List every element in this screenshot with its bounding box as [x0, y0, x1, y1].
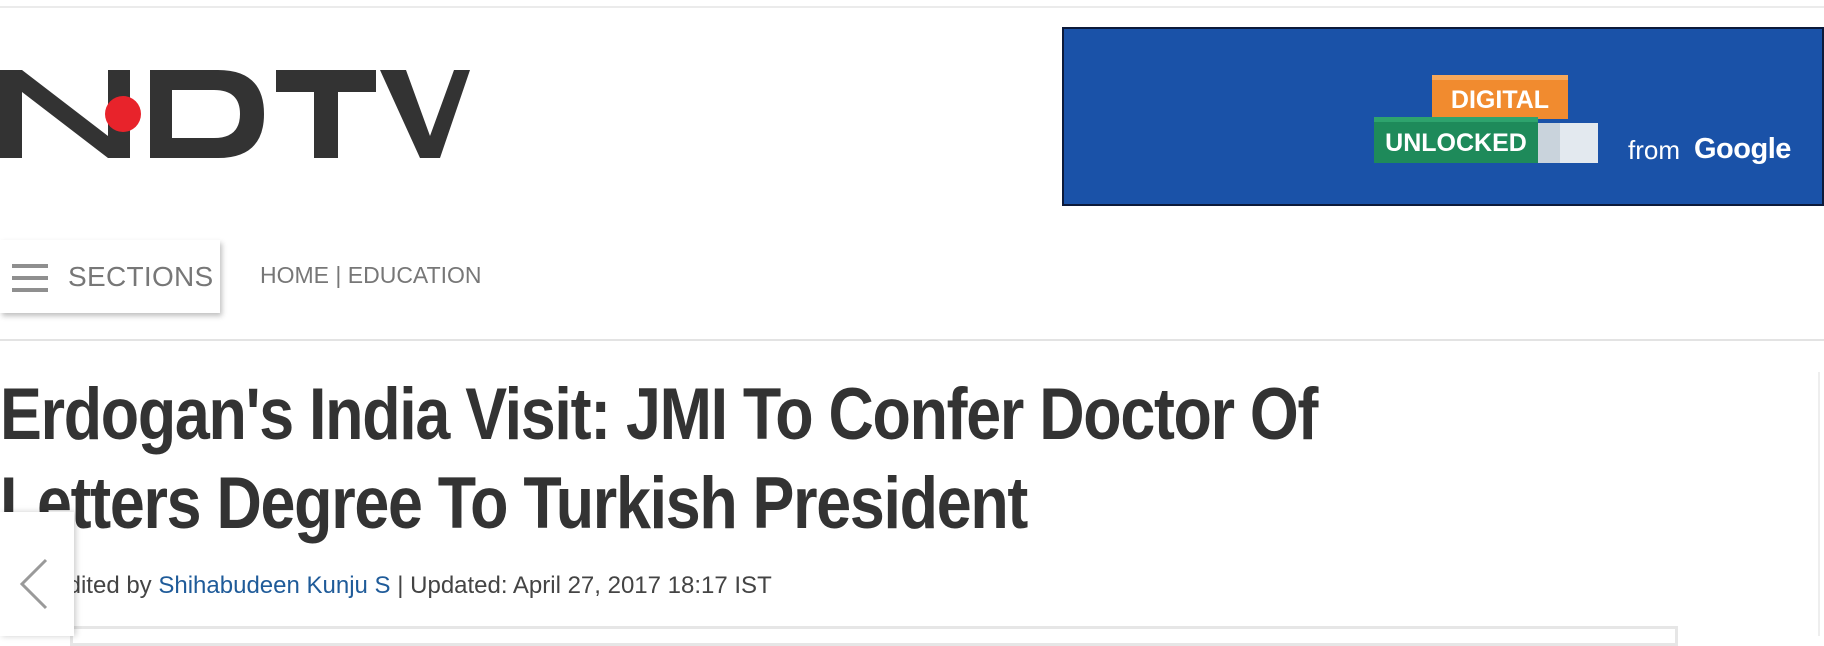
breadcrumb-education[interactable]: EDUCATION — [348, 262, 482, 288]
breadcrumb: HOME | EDUCATION — [260, 262, 482, 289]
byline-separator: | — [390, 572, 411, 599]
breadcrumb-home[interactable]: HOME — [260, 262, 329, 288]
sections-button[interactable]: SECTIONS — [0, 240, 220, 313]
article-content-frame — [70, 626, 1678, 646]
ad-banner[interactable]: DIGITAL UNLOCKED from Google — [1062, 27, 1824, 206]
ad-block-top-label: DIGITAL — [1451, 86, 1549, 114]
previous-article-button[interactable] — [0, 512, 74, 636]
sidebar-divider — [1818, 372, 1820, 636]
byline-updated: Updated: April 27, 2017 18:17 IST — [410, 572, 772, 599]
breadcrumb-separator: | — [329, 262, 348, 288]
sections-label: SECTIONS — [68, 261, 214, 292]
nav-divider — [0, 339, 1824, 341]
byline-editor-link[interactable]: Shihabudeen Kunju S — [158, 572, 390, 599]
chevron-left-icon — [19, 558, 48, 610]
ad-brand-label: Google — [1694, 133, 1791, 165]
ad-block-bottom-label: UNLOCKED — [1385, 129, 1527, 157]
top-divider — [0, 6, 1824, 8]
ad-from-label: from — [1628, 135, 1680, 165]
ndtv-logo[interactable] — [0, 64, 470, 164]
article-byline: ion | Edited by Shihabudeen Kunju S | Up… — [0, 572, 772, 600]
article-headline: Erdogan's India Visit: JMI To Confer Doc… — [0, 374, 1318, 544]
menu-icon — [12, 264, 48, 292]
